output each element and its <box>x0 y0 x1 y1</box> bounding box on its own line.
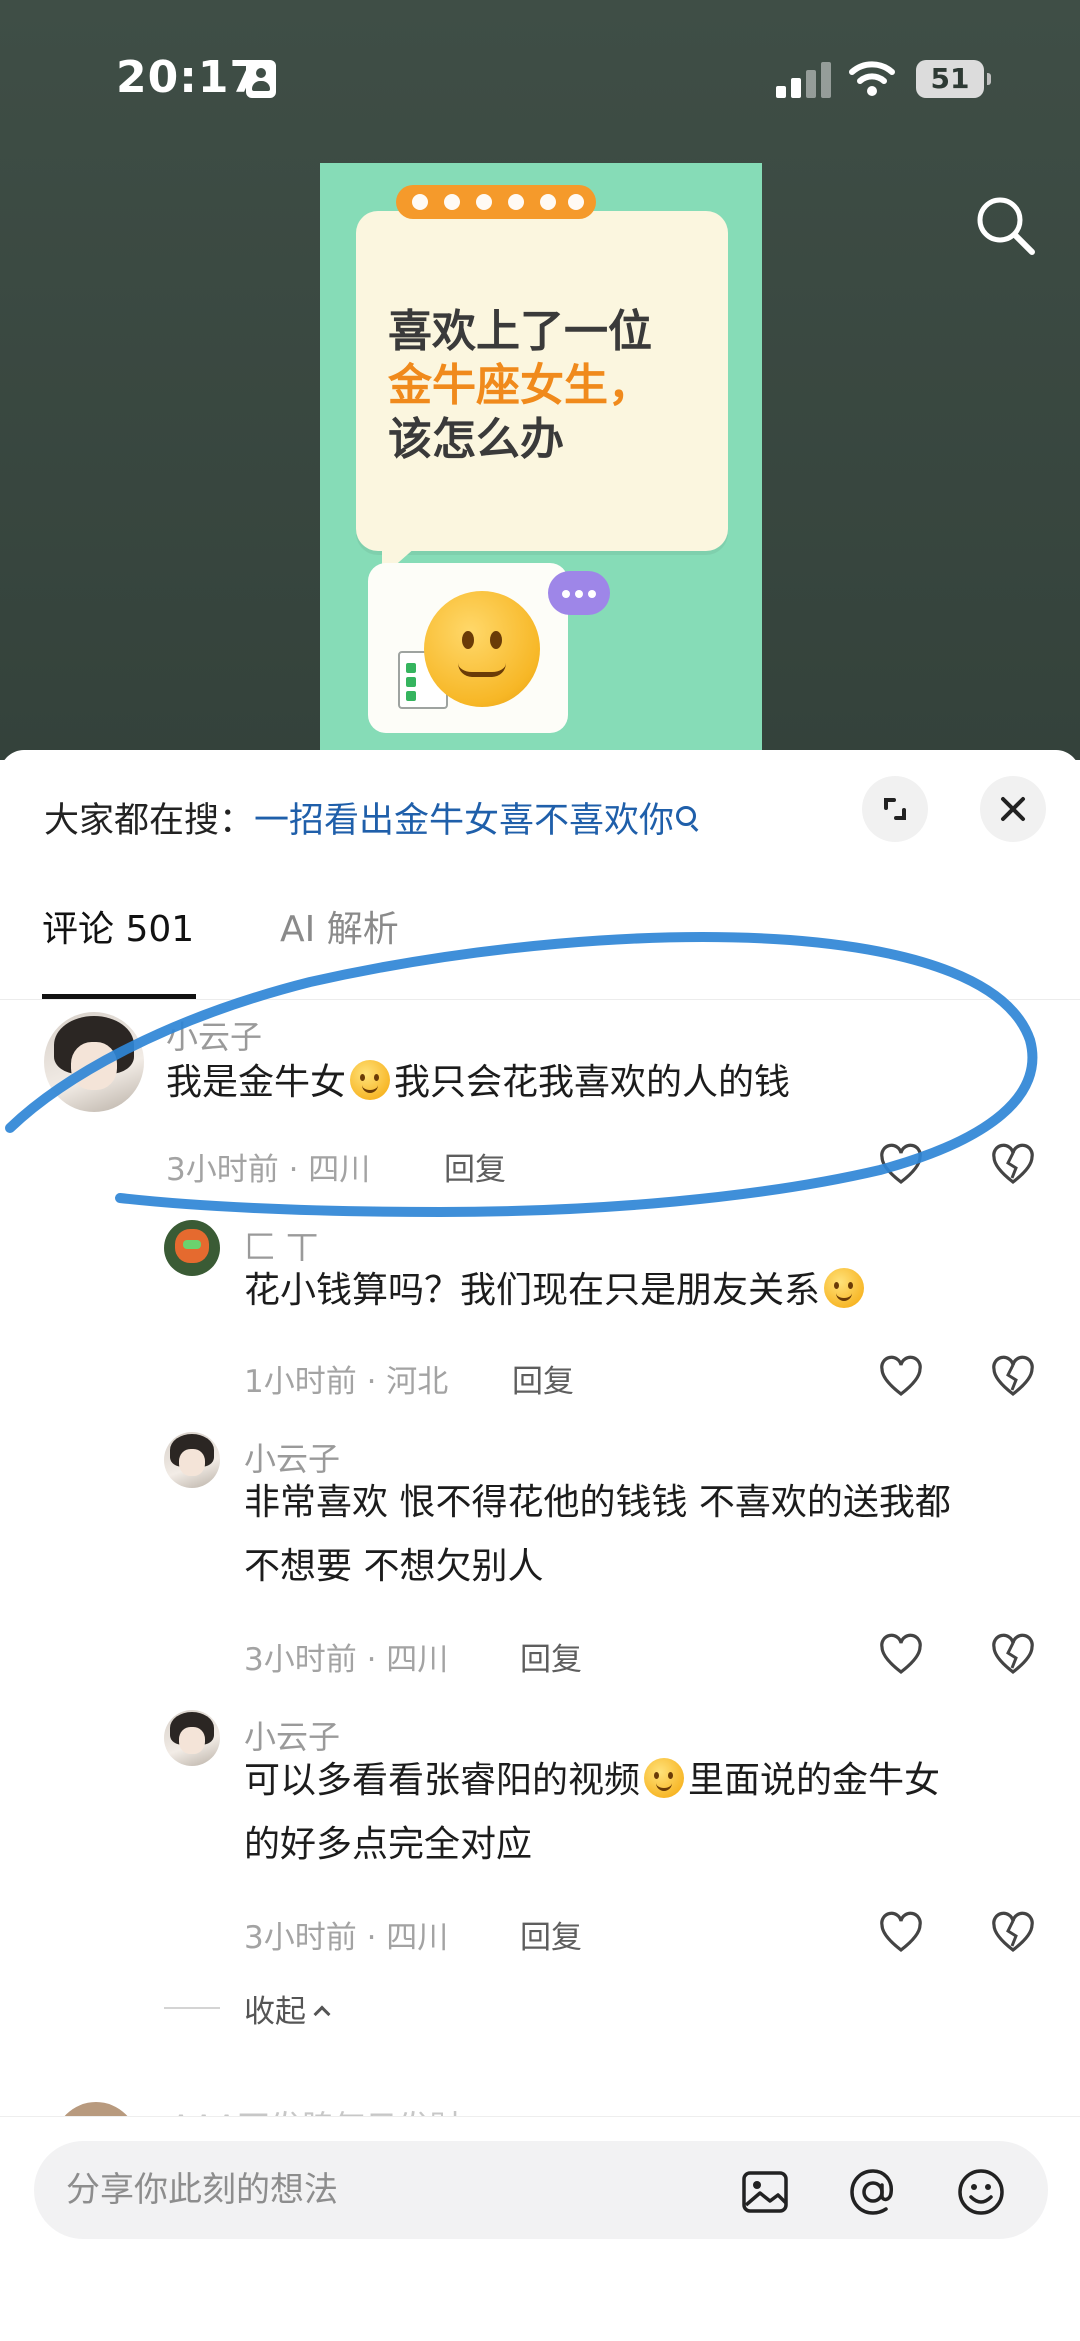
status-bar: 20:17 51 <box>0 0 1080 160</box>
avatar[interactable] <box>44 1012 144 1112</box>
broken-heart-icon[interactable] <box>990 1910 1036 1956</box>
cover-toolbar <box>396 185 596 219</box>
comment-text: 我是金牛女 我只会花我喜欢的人的钱 <box>166 1060 791 1103</box>
search-icon <box>676 806 697 826</box>
video-cover[interactable]: 喜欢上了一位 金牛座女生， 该怎么办 <box>320 163 762 760</box>
comment-panel: 大家都在搜：一招看出金牛女喜不喜欢你 评论 501 AI 解析 小云子 我是金牛… <box>0 750 1080 2341</box>
broken-heart-icon[interactable] <box>990 1142 1036 1188</box>
reply-button[interactable]: 回复 <box>512 1356 574 1401</box>
broken-heart-icon[interactable] <box>990 1354 1036 1400</box>
avatar[interactable] <box>164 1710 220 1766</box>
battery-icon: 51 <box>916 60 991 98</box>
status-time: 20:17 <box>116 52 262 103</box>
heart-icon[interactable] <box>878 1910 924 1956</box>
comment-text-line-2: 的好多点完全对应 <box>244 1824 533 1865</box>
comment-text-line-2: 不想要 不想欠别人 <box>244 1546 544 1587</box>
tab-comments[interactable]: 评论 501 <box>42 900 194 952</box>
reply-button[interactable]: 回复 <box>520 1634 582 1679</box>
wifi-icon <box>849 61 895 96</box>
comment-meta: 3小时前 · 四川 <box>244 1642 449 1678</box>
heart-icon[interactable] <box>878 1142 924 1188</box>
video-area[interactable]: 20:17 51 喜欢上了一位 金牛座女生， 该怎么办 <box>0 0 1080 760</box>
avatar[interactable] <box>164 1220 220 1276</box>
melting-face-icon <box>424 591 540 707</box>
search-icon[interactable] <box>970 190 1040 260</box>
at-icon[interactable] <box>846 2165 900 2219</box>
close-button[interactable] <box>980 776 1046 842</box>
expand-button[interactable] <box>862 776 928 842</box>
kissing-face-icon <box>824 1268 865 1308</box>
chevron-up-icon <box>313 2005 331 2023</box>
comment-input[interactable] <box>66 2163 706 2217</box>
comment-text: 花小钱算吗？我们现在只是朋友关系 <box>244 1260 868 1322</box>
comment-meta: 3小时前 · 四川 <box>166 1152 371 1188</box>
image-icon[interactable] <box>738 2165 792 2219</box>
comment-text-line-1: 非常喜欢 恨不得花他的钱钱 不喜欢的送我都 <box>244 1482 951 1523</box>
close-icon <box>1001 797 1025 821</box>
comment-input-container[interactable] <box>34 2141 1048 2239</box>
reply-button[interactable]: 回复 <box>444 1144 506 1189</box>
comment-tabs: 评论 501 AI 解析 <box>0 900 1080 1000</box>
id-card-icon <box>246 60 276 98</box>
collapse-button[interactable]: 收起 <box>244 1986 331 2031</box>
collapse-divider <box>164 2007 220 2009</box>
comment-meta: 3小时前 · 四川 <box>244 1920 449 1956</box>
comment-text-line-1: 可以多看看张睿阳的视频 里面说的金牛女 <box>244 1758 941 1801</box>
signal-icon <box>776 62 832 98</box>
heart-icon[interactable] <box>878 1354 924 1400</box>
chat-bubble-icon <box>548 571 610 615</box>
suggestion-prefix: 大家都在搜： <box>44 801 255 841</box>
suggestion-query[interactable]: 一招看出金牛女喜不喜欢你 <box>254 801 674 841</box>
comment-meta: 1小时前 · 河北 <box>244 1364 449 1400</box>
active-tab-indicator <box>42 994 196 999</box>
search-suggestion[interactable]: 大家都在搜：一招看出金牛女喜不喜欢你 <box>44 792 697 843</box>
smiling-face-icon <box>350 1060 391 1100</box>
expand-icon <box>884 798 906 820</box>
avatar[interactable] <box>164 1432 220 1488</box>
reply-button[interactable]: 回复 <box>520 1912 582 1957</box>
comment-input-bar <box>0 2116 1080 2341</box>
laughing-face-icon <box>644 1758 685 1798</box>
emoji-icon[interactable] <box>954 2165 1008 2219</box>
tab-ai-analysis[interactable]: AI 解析 <box>280 900 399 952</box>
cover-line-3: 该怎么办 <box>388 414 564 465</box>
broken-heart-icon[interactable] <box>990 1632 1036 1678</box>
heart-icon[interactable] <box>878 1632 924 1678</box>
